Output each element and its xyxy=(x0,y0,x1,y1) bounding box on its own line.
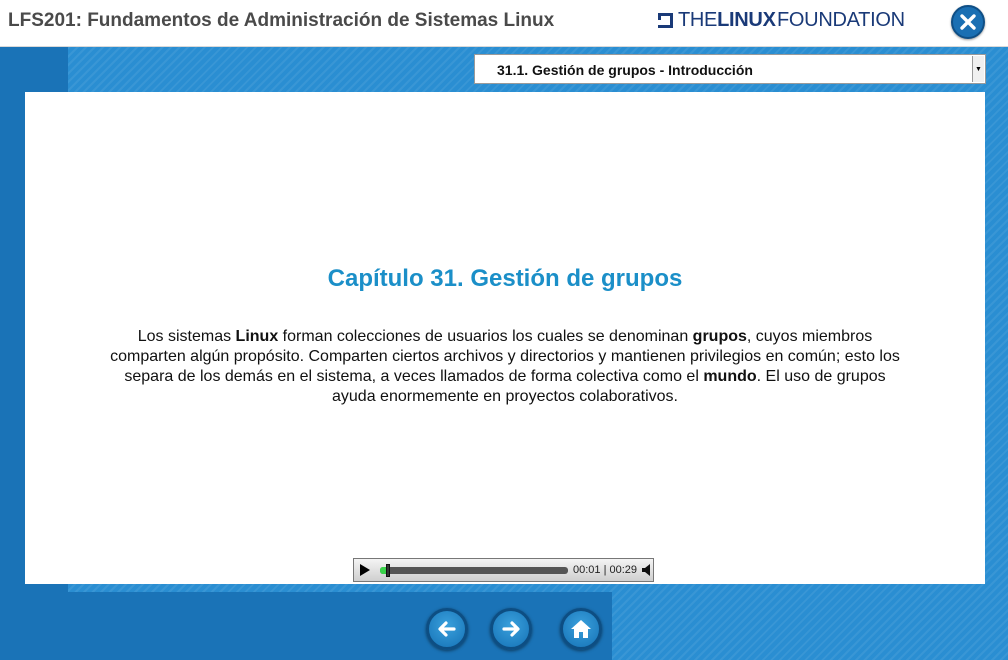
audio-progress-track[interactable] xyxy=(380,564,568,577)
close-button[interactable] xyxy=(951,5,985,39)
section-select[interactable]: 31.1. Gestión de grupos - Introducción ▼ xyxy=(474,54,986,84)
text-run: forman colecciones de usuarios los cuale… xyxy=(278,328,693,345)
chapter-intro-text: Los sistemas Linux forman colecciones de… xyxy=(105,327,905,407)
home-icon xyxy=(571,620,591,638)
arrow-right-icon xyxy=(502,621,520,637)
course-title: LFS201: Fundamentos de Administración de… xyxy=(8,10,555,31)
chapter-title: Capítulo 31. Gestión de grupos xyxy=(327,265,683,292)
logo-mark-icon xyxy=(658,12,673,28)
text-run: Los sistemas xyxy=(137,328,236,345)
play-icon[interactable] xyxy=(360,564,370,576)
home-button[interactable] xyxy=(560,608,602,650)
emphasis-term: mundo xyxy=(703,368,757,385)
arrow-left-icon xyxy=(438,621,456,637)
content-panel: Capítulo 31. Gestión de grupos Los siste… xyxy=(25,92,985,584)
back-button[interactable] xyxy=(426,608,468,650)
close-icon xyxy=(960,14,976,30)
linux-foundation-logo: THELINUX FOUNDATION xyxy=(658,7,905,33)
audio-progress-handle[interactable] xyxy=(385,564,390,577)
emphasis-term: grupos xyxy=(692,328,747,345)
volume-icon[interactable] xyxy=(642,563,652,577)
section-select-value: 31.1. Gestión de grupos - Introducción xyxy=(497,62,753,78)
audio-player: 00:01 | 00:29 xyxy=(353,558,654,582)
logo-text: THELINUX FOUNDATION xyxy=(678,8,905,31)
chevron-down-icon[interactable]: ▼ xyxy=(972,56,984,82)
header-bar: LFS201: Fundamentos de Administración de… xyxy=(0,0,1008,47)
forward-button[interactable] xyxy=(490,608,532,650)
emphasis-term: Linux xyxy=(235,328,279,345)
audio-time: 00:01 | 00:29 xyxy=(573,564,638,576)
